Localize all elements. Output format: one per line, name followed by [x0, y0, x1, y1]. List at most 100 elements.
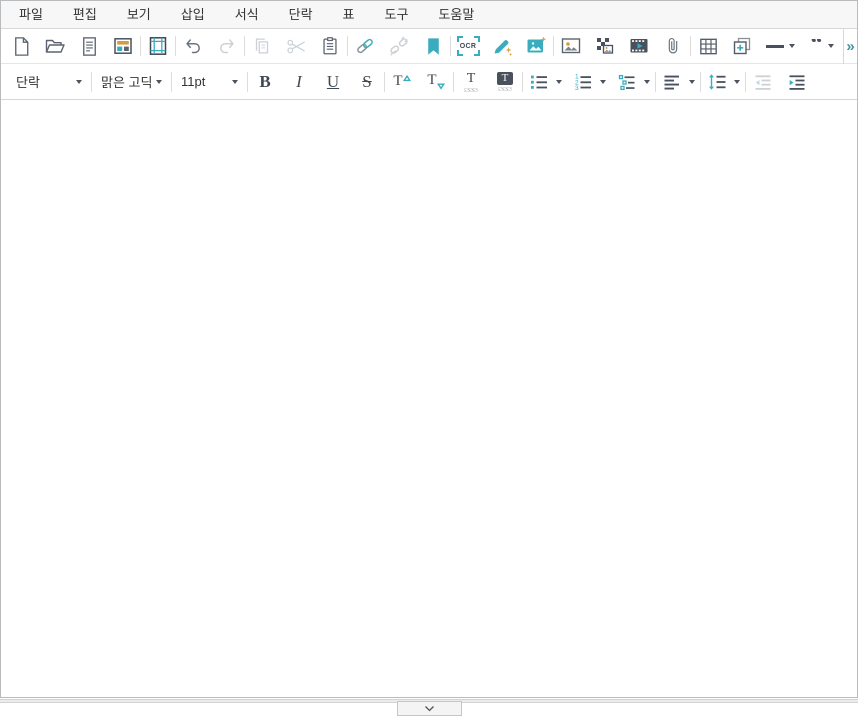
- unlink-button[interactable]: [382, 29, 416, 63]
- dropdown-caret-icon: [828, 44, 834, 48]
- table-icon: [697, 35, 720, 58]
- dropdown-caret-icon: [600, 80, 606, 84]
- menu-table[interactable]: 표: [328, 1, 370, 28]
- video-icon: [627, 34, 651, 58]
- bookmark-button[interactable]: [416, 29, 450, 63]
- superscript-icon: T: [393, 74, 410, 89]
- insert-frame-button[interactable]: [725, 29, 759, 63]
- menu-paragraph[interactable]: 단락: [274, 1, 328, 28]
- align-button[interactable]: [656, 65, 700, 99]
- photo-button[interactable]: [554, 29, 588, 63]
- bullet-list-icon: [528, 71, 550, 93]
- font-family-select[interactable]: 맑은 고딕: [92, 64, 171, 100]
- dropdown-caret-icon: [644, 80, 650, 84]
- dropdown-caret-icon: [76, 80, 82, 84]
- ocr-label: OCR: [460, 43, 476, 50]
- ai-pen-icon: [490, 34, 514, 58]
- bold-icon: B: [259, 73, 270, 90]
- attachment-button[interactable]: [656, 29, 690, 63]
- numbered-list-button[interactable]: 1 2 3: [567, 65, 611, 99]
- increase-indent-icon: [786, 71, 808, 93]
- decrease-indent-icon: [752, 71, 774, 93]
- unlink-icon: [387, 34, 411, 58]
- horizontal-line-button[interactable]: [759, 29, 801, 63]
- photo-collage-button[interactable]: [588, 29, 622, 63]
- expand-editor-button[interactable]: [397, 701, 462, 716]
- template-button[interactable]: [106, 29, 140, 63]
- new-document-icon: [10, 35, 33, 58]
- more-tools-button[interactable]: »: [843, 29, 857, 64]
- new-document-button[interactable]: [4, 29, 38, 63]
- menu-file[interactable]: 파일: [4, 1, 58, 28]
- toolbar-primary: OCR: [1, 29, 857, 64]
- horizontal-line-icon: [766, 45, 784, 48]
- table-button[interactable]: [691, 29, 725, 63]
- open-document-button[interactable]: [38, 29, 72, 63]
- paste-button[interactable]: [313, 29, 347, 63]
- paste-icon: [319, 35, 341, 57]
- video-button[interactable]: [622, 29, 656, 63]
- undo-icon: [182, 35, 204, 57]
- menu-help[interactable]: 도움말: [423, 1, 489, 28]
- dropdown-caret-icon: [232, 80, 238, 84]
- subscript-icon: T: [427, 73, 444, 90]
- undo-button[interactable]: [176, 29, 210, 63]
- numbered-list-icon: 1 2 3: [572, 71, 594, 93]
- menu-view[interactable]: 보기: [112, 1, 166, 28]
- redo-button[interactable]: [210, 29, 244, 63]
- link-icon: [353, 34, 377, 58]
- menu-tools[interactable]: 도구: [370, 1, 424, 28]
- copy-button[interactable]: [245, 29, 279, 63]
- italic-button[interactable]: I: [282, 65, 316, 99]
- paragraph-style-select[interactable]: 단락: [7, 64, 91, 100]
- underline-button[interactable]: U: [316, 65, 350, 99]
- strikethrough-button[interactable]: S: [350, 65, 384, 99]
- cut-button[interactable]: [279, 29, 313, 63]
- ai-image-button[interactable]: [519, 29, 553, 63]
- page-layout-button[interactable]: [141, 29, 175, 63]
- menu-edit[interactable]: 편집: [58, 1, 112, 28]
- text-color-button[interactable]: T: [454, 65, 488, 99]
- align-left-icon: [661, 71, 683, 93]
- menu-insert[interactable]: 삽입: [166, 1, 220, 28]
- line-spacing-button[interactable]: [701, 65, 745, 99]
- menu-bar: 파일 편집 보기 삽입 서식 단락 표 도구 도움말: [1, 1, 857, 29]
- font-size-select[interactable]: 11pt: [172, 64, 247, 100]
- dropdown-caret-icon: [556, 80, 562, 84]
- highlight-color-button[interactable]: T: [488, 65, 522, 99]
- bold-button[interactable]: B: [248, 65, 282, 99]
- link-button[interactable]: [348, 29, 382, 63]
- highlight-color-icon: T: [497, 72, 513, 91]
- quote-button[interactable]: “: [801, 29, 843, 63]
- photo-collage-icon: [593, 34, 617, 58]
- increase-indent-button[interactable]: [780, 65, 814, 99]
- quote-icon: “: [811, 39, 823, 53]
- subscript-button[interactable]: T: [419, 65, 453, 99]
- chevron-down-icon: [424, 705, 435, 712]
- document-icon: [78, 35, 101, 58]
- paperclip-icon: [662, 35, 684, 57]
- multilevel-list-icon: [616, 71, 638, 93]
- font-family-value: 맑은 고딕: [101, 72, 152, 91]
- ocr-button[interactable]: OCR: [451, 29, 485, 63]
- superscript-button[interactable]: T: [385, 65, 419, 99]
- bookmark-icon: [422, 35, 445, 58]
- dropdown-caret-icon: [789, 44, 795, 48]
- multilevel-list-button[interactable]: [611, 65, 655, 99]
- underline-icon: U: [327, 73, 339, 90]
- open-folder-icon: [43, 34, 67, 58]
- editor-content-area[interactable]: [1, 100, 857, 697]
- ocr-icon: OCR: [457, 36, 480, 56]
- decrease-indent-button[interactable]: [746, 65, 780, 99]
- line-spacing-icon: [706, 71, 728, 93]
- copy-icon: [251, 35, 273, 57]
- menu-format[interactable]: 서식: [220, 1, 274, 28]
- ai-draw-button[interactable]: [485, 29, 519, 63]
- dropdown-caret-icon: [156, 80, 162, 84]
- svg-text:3: 3: [575, 85, 579, 92]
- cut-icon: [285, 35, 308, 58]
- italic-icon: I: [296, 73, 302, 90]
- ai-image-icon: [524, 34, 548, 58]
- document-info-button[interactable]: [72, 29, 106, 63]
- bullet-list-button[interactable]: [523, 65, 567, 99]
